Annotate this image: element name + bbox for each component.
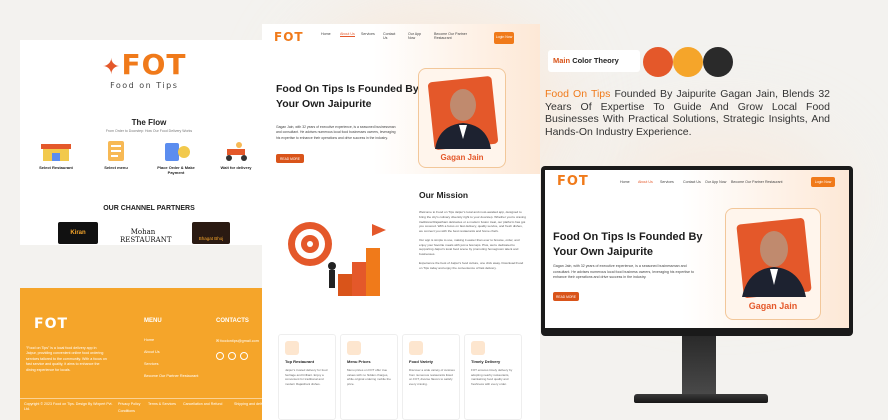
site-logo[interactable]: FOT bbox=[274, 30, 304, 44]
partners-title: OUR CHANNEL PARTNERS bbox=[103, 205, 195, 212]
email-link[interactable]: ✉ foodontips@gmail.com bbox=[216, 338, 259, 343]
restaurant-icon bbox=[39, 140, 73, 162]
copyright: Copyright © 2023 Food on Tips. Design By… bbox=[24, 402, 113, 412]
flow-panel: ✦FOT Food on Tips The Flow From Order to… bbox=[20, 40, 278, 245]
color-swatch-red-orange bbox=[643, 47, 673, 77]
clock-icon bbox=[471, 341, 485, 355]
flow-step: Place Order & Make Payment bbox=[150, 140, 202, 175]
login-button[interactable]: Login Now bbox=[494, 32, 514, 44]
flow-step: Select Restaurant bbox=[30, 140, 82, 170]
feature-card: Food Variety Discover a wide variety of c… bbox=[402, 334, 460, 420]
screen-logo[interactable]: FOT bbox=[557, 174, 589, 189]
twitter-icon[interactable] bbox=[240, 352, 248, 360]
feature-card: Menu Prices Menu prices on FOT offer true… bbox=[340, 334, 398, 420]
footer-link[interactable]: Conditions bbox=[118, 409, 135, 414]
nav-contact[interactable]: Contact Us bbox=[383, 32, 399, 40]
payment-icon bbox=[159, 140, 193, 162]
mission-illustration bbox=[282, 204, 392, 304]
screen-read-more-button[interactable]: READ MORE bbox=[553, 292, 579, 301]
screen-founder-photo bbox=[742, 231, 806, 297]
color-swatch-dark bbox=[703, 47, 733, 77]
instagram-icon[interactable] bbox=[228, 352, 236, 360]
flow-step: Wait for delivery bbox=[210, 140, 262, 170]
feature-card: Top Restaurant Jaipur's trusted delivery … bbox=[278, 334, 336, 420]
screen-nav-services[interactable]: Services bbox=[660, 180, 674, 184]
footer-link[interactable]: Cancellation and Refund bbox=[183, 402, 222, 407]
partner-logo-mohan[interactable]: Mohan RESTAURANT bbox=[120, 222, 172, 244]
screen-founder-name: Gagan Jain bbox=[748, 301, 798, 311]
partner-logo-bhagat[interactable]: Bhagat Bhoj bbox=[192, 222, 230, 244]
partner-logo-kiran[interactable]: Kiran bbox=[58, 222, 98, 244]
footer-contacts-title: CONTACTS bbox=[216, 318, 249, 324]
menu-icon bbox=[99, 140, 133, 162]
hero-title: Food On Tips Is Founded By Your Own Jaip… bbox=[276, 83, 419, 111]
footer-logo: FOT bbox=[34, 316, 69, 332]
monitor-base bbox=[634, 394, 768, 403]
feature-card: Timely Delivery FOT ensures timely delive… bbox=[464, 334, 522, 420]
restaurant-icon bbox=[285, 341, 299, 355]
screen-nav-home[interactable]: Home bbox=[620, 180, 630, 184]
read-more-button[interactable]: READ MORE bbox=[276, 154, 304, 163]
website-mockup: FOT Home About Us Services Contact Us Ou… bbox=[262, 24, 540, 420]
fot-logo: ✦FOT Food on Tips bbox=[102, 48, 187, 90]
color-swatch-yellow-orange bbox=[673, 47, 703, 77]
footer-about: "Food on Tips" is a local food delivery … bbox=[26, 346, 107, 372]
footer-link[interactable]: Terms & Services bbox=[148, 402, 176, 407]
footer-menu-title: MENU bbox=[144, 318, 162, 324]
screen-hero-title: Food On Tips Is Founded By Your Own Jaip… bbox=[553, 231, 703, 258]
site-footer: FOT "Food on Tips" is a local food deliv… bbox=[20, 288, 278, 420]
founder-photo bbox=[435, 89, 491, 149]
footer-link[interactable]: Services bbox=[144, 362, 159, 366]
food-icon bbox=[409, 341, 423, 355]
hero-body: Gagan Jain, with 32 years of executive e… bbox=[276, 125, 396, 140]
footer-link[interactable]: Become Our Partner Restaurant bbox=[144, 374, 204, 378]
flow-step: Select menu bbox=[90, 140, 142, 170]
screen-nav-app[interactable]: Our App Now bbox=[705, 180, 726, 184]
monitor-screen: FOT Home About Us Services Contact Us Ou… bbox=[545, 170, 849, 328]
nav-about[interactable]: About Us bbox=[340, 32, 355, 37]
delivery-icon bbox=[219, 140, 253, 162]
facebook-icon[interactable] bbox=[216, 352, 224, 360]
monitor-stand bbox=[682, 336, 716, 396]
flow-title: The Flow bbox=[131, 118, 167, 127]
screen-founder-card: Gagan Jain bbox=[725, 208, 821, 320]
about-paragraph: Food On Tips Founded By Jaipurite Gagan … bbox=[545, 88, 830, 138]
flow-subtitle: From Order to Doorstep: How Our Food Del… bbox=[105, 129, 193, 133]
screen-hero-body: Gagan Jain, with 32 years of executive e… bbox=[553, 264, 695, 280]
footer-divider bbox=[20, 398, 278, 399]
footer-link[interactable]: About Us bbox=[144, 350, 160, 354]
footer-link[interactable]: Home bbox=[144, 338, 154, 342]
screen-nav-partner[interactable]: Become Our Partner Restaurant bbox=[731, 180, 783, 184]
screen-nav-contact[interactable]: Contact Us bbox=[683, 180, 701, 184]
nav-partner[interactable]: Become Our Partner Restaurant bbox=[434, 32, 484, 40]
screen-nav-about[interactable]: About Us bbox=[638, 180, 653, 184]
founder-name: Gagan Jain bbox=[440, 153, 484, 162]
color-theory-label: Main Color Theory bbox=[548, 50, 640, 72]
nav-app[interactable]: Our App Now bbox=[408, 32, 424, 40]
footer-link[interactable]: Privacy Policy bbox=[118, 402, 140, 407]
price-icon bbox=[347, 341, 361, 355]
mission-text: Welcome to Food on Tips Jaipur's local a… bbox=[419, 210, 526, 270]
founder-card: Gagan Jain bbox=[418, 68, 506, 168]
screen-login-button[interactable]: Login Now bbox=[811, 177, 835, 187]
desktop-monitor: FOT Home About Us Services Contact Us Ou… bbox=[541, 166, 853, 336]
nav-home[interactable]: Home bbox=[321, 32, 331, 36]
nav-services[interactable]: Services bbox=[361, 32, 375, 36]
mission-title: Our Mission bbox=[419, 190, 469, 200]
